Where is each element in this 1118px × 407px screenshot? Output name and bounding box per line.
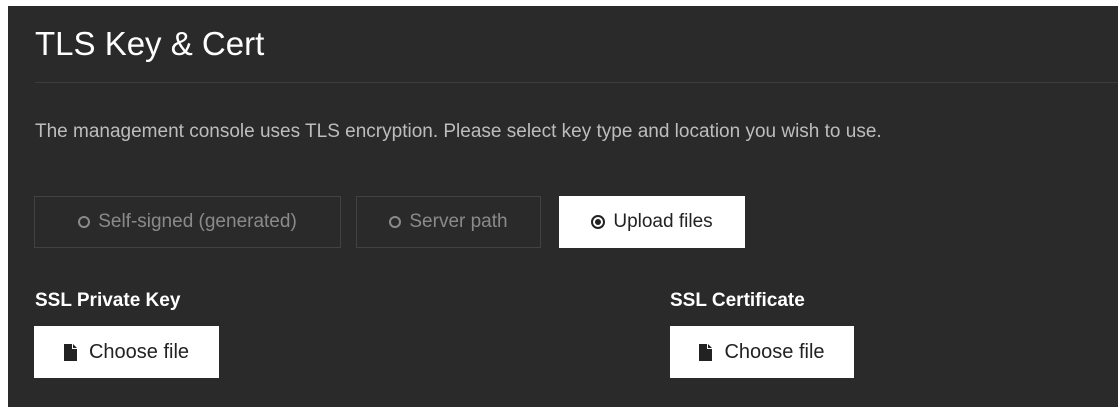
option-server-path[interactable]: Server path — [356, 196, 541, 248]
file-icon — [699, 343, 713, 361]
ssl-certificate-label: SSL Certificate — [670, 290, 805, 311]
choose-private-key-label: Choose file — [88, 340, 190, 363]
option-server-path-label: Server path — [409, 211, 508, 232]
option-self-signed-label: Self-signed (generated) — [98, 211, 297, 232]
option-upload-files[interactable]: Upload files — [559, 196, 745, 248]
radio-unchecked-icon — [389, 216, 402, 228]
choose-certificate-button[interactable]: Choose file — [670, 326, 854, 378]
title-divider — [35, 82, 1118, 83]
radio-checked-icon — [591, 215, 606, 229]
option-upload-files-label: Upload files — [613, 211, 713, 232]
ssl-private-key-label: SSL Private Key — [35, 290, 181, 311]
choose-private-key-button[interactable]: Choose file — [34, 326, 219, 378]
radio-unchecked-icon — [78, 216, 91, 228]
page-description: The management console uses TLS encrypti… — [35, 121, 882, 142]
option-self-signed[interactable]: Self-signed (generated) — [34, 196, 341, 248]
file-icon — [63, 343, 77, 361]
choose-certificate-label: Choose file — [724, 340, 825, 363]
page-title: TLS Key & Cert — [35, 25, 265, 62]
tls-settings-panel: TLS Key & Cert The management console us… — [8, 6, 1118, 407]
